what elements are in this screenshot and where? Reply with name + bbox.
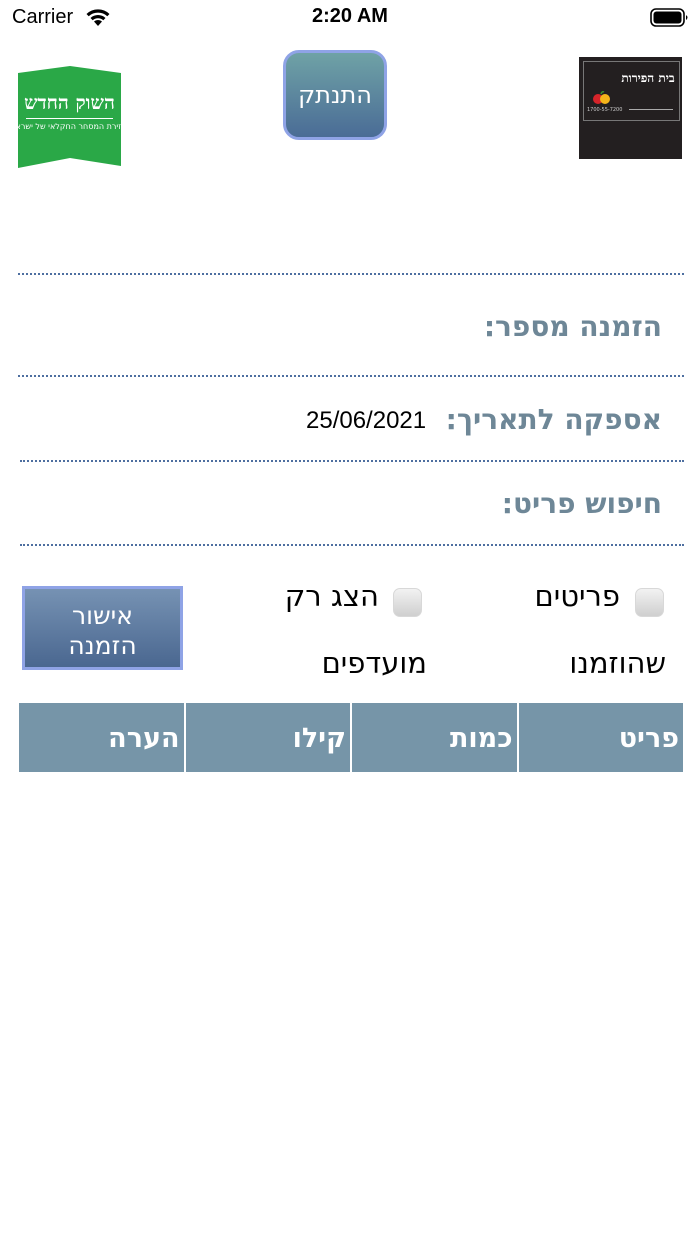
show-favorites-label-line1: הצג רק [284, 579, 379, 613]
clock: 2:20 AM [312, 5, 388, 27]
beit-hapeirot-logo-title: בית הפירות [621, 71, 675, 85]
divider [20, 460, 684, 462]
delivery-date-field[interactable]: 25/06/2021 [306, 407, 426, 435]
divider [18, 273, 684, 275]
column-header-quantity[interactable]: כמות [352, 703, 517, 772]
fruit-icon [593, 91, 610, 104]
show-favorites-checkbox[interactable] [393, 588, 422, 617]
column-header-kilo[interactable]: קילו [185, 703, 350, 772]
item-search-label[interactable]: חיפוש פריט: [502, 487, 662, 520]
confirm-order-label-line2: הזמנה [68, 631, 137, 660]
shuk-hadash-logo: השוק החדש זירת המסחר החקלאי של ישראל [18, 66, 121, 174]
status-bar: Carrier 2:20 AM [0, 0, 700, 36]
beit-hapeirot-logo: בית הפירות 1700-55-7200 [579, 57, 682, 159]
confirm-order-button[interactable]: אישור הזמנה [22, 586, 183, 670]
column-header-note[interactable]: הערה [19, 703, 184, 772]
divider [20, 544, 684, 546]
divider [18, 375, 684, 377]
delivery-date-label: אספקה לתאריך: [445, 403, 662, 436]
items-table-header: פריט כמות קילו הערה [17, 703, 683, 772]
ordered-items-label-line2: שהוזמנו [569, 646, 666, 680]
order-number-label: הזמנה מספר: [483, 310, 662, 343]
shuk-hadash-logo-subtitle: זירת המסחר החקלאי של ישראל [18, 122, 121, 131]
beit-hapeirot-phone: 1700-55-7200 [587, 107, 623, 113]
battery-icon [650, 8, 688, 27]
column-header-item[interactable]: פריט [518, 703, 683, 772]
ordered-items-checkbox[interactable] [635, 588, 664, 617]
confirm-order-label-line1: אישור [72, 601, 133, 630]
show-favorites-label-line2: מועדפים [321, 646, 427, 680]
logout-button[interactable]: התנתק [283, 50, 387, 140]
ordered-items-label-line1: פריטים [534, 579, 621, 613]
shuk-hadash-logo-title: השוק החדש [24, 92, 115, 114]
